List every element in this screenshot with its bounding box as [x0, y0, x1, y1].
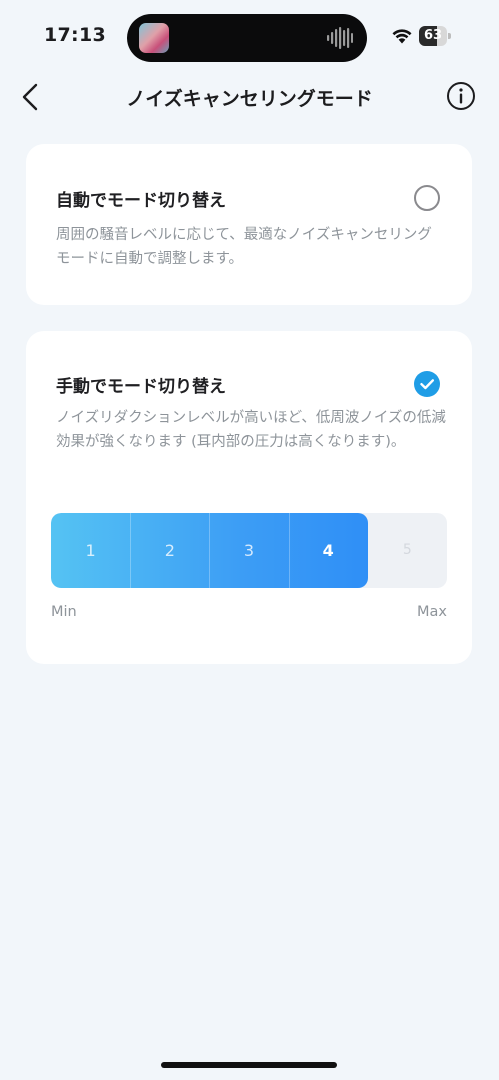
home-indicator — [161, 1062, 337, 1068]
auto-mode-description: 周囲の騒音レベルに応じて、最適なノイズキャンセリングモードに自動で調整します。 — [56, 227, 432, 267]
level-option-5[interactable]: 5 — [368, 513, 447, 588]
checkmark-icon — [420, 379, 434, 390]
nav-bar: ノイズキャンセリングモード — [0, 72, 499, 122]
status-bar: 17:13 63 — [0, 0, 499, 75]
level-option-2[interactable]: 2 — [130, 513, 209, 588]
auto-mode-card[interactable]: 自動でモード切り替え 周囲の騒音レベルに応じて、最適なノイズキャンセリングモード… — [26, 144, 472, 305]
battery-percent: 63 — [423, 28, 443, 43]
level-divider — [288, 513, 290, 588]
battery-icon: 63 — [419, 26, 451, 46]
wifi-icon — [392, 29, 412, 44]
status-time: 17:13 — [44, 24, 106, 46]
level-divider — [130, 513, 132, 588]
dynamic-island[interactable] — [127, 14, 367, 62]
manual-mode-title: 手動でモード切り替え — [56, 377, 226, 397]
level-option-3[interactable]: 3 — [209, 513, 288, 588]
auto-mode-title: 自動でモード切り替え — [56, 191, 226, 211]
level-option-4[interactable]: 4 — [289, 513, 368, 588]
audio-waveform-icon — [327, 27, 353, 49]
noise-level-selector[interactable]: 12345 — [51, 513, 447, 588]
max-label: Max — [417, 604, 447, 620]
min-label: Min — [51, 604, 77, 620]
level-divider — [209, 513, 211, 588]
now-playing-artwork — [139, 23, 169, 53]
auto-mode-radio[interactable] — [414, 185, 440, 211]
level-option-1[interactable]: 1 — [51, 513, 130, 588]
manual-mode-radio[interactable] — [414, 371, 440, 397]
page-title: ノイズキャンセリングモード — [126, 88, 373, 110]
manual-mode-card[interactable]: 手動でモード切り替え ノイズリダクションレベルが高いほど、低周波ノイズの低減効果… — [26, 331, 472, 664]
back-chevron-icon[interactable] — [14, 78, 48, 116]
manual-mode-description: ノイズリダクションレベルが高いほど、低周波ノイズの低減効果が強くなります (耳内… — [56, 410, 446, 450]
info-icon[interactable] — [446, 81, 476, 111]
